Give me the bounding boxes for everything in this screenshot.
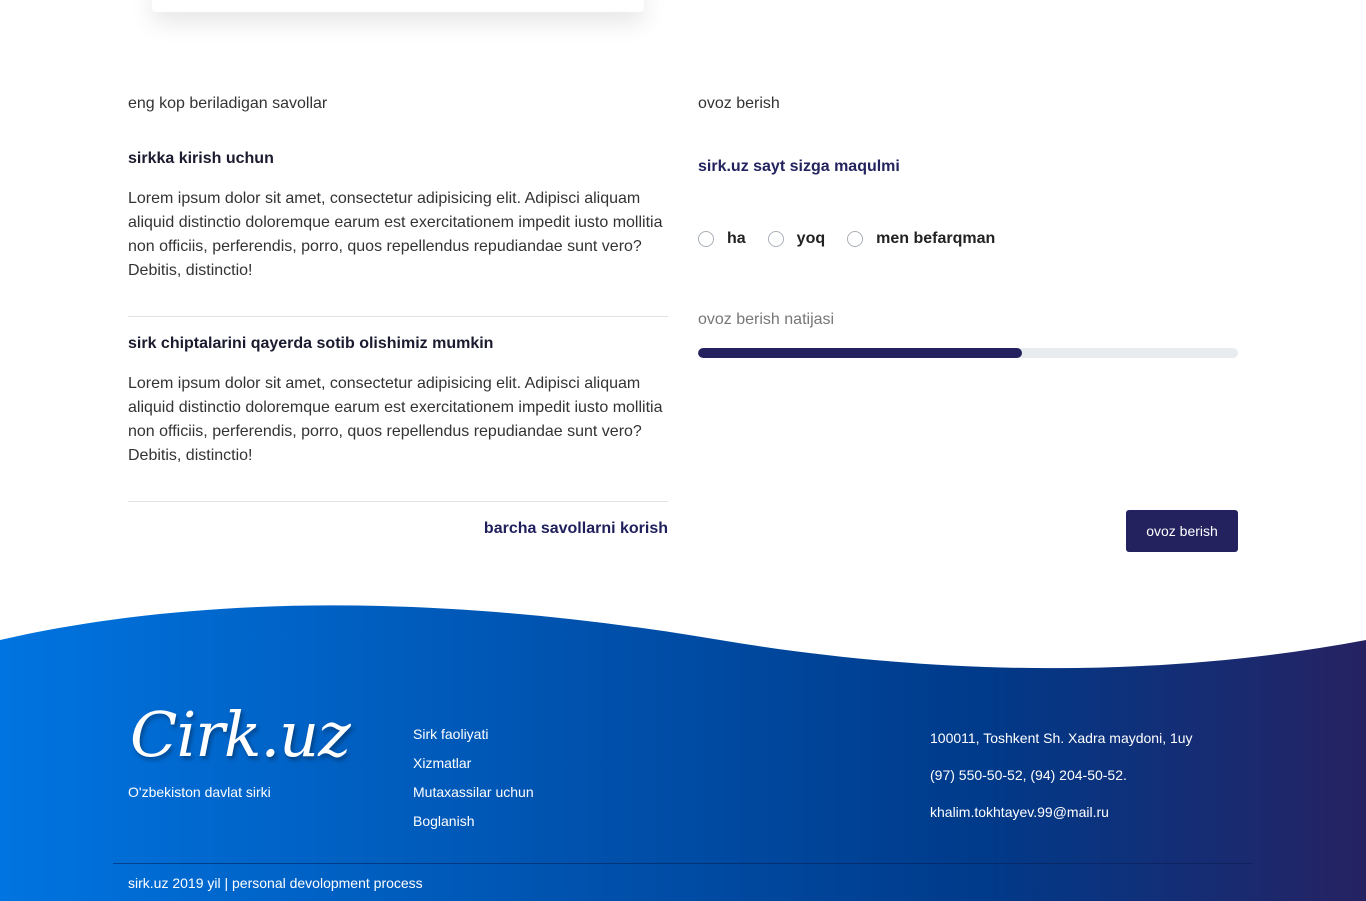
- radio-button[interactable]: [698, 231, 714, 247]
- vote-section: ovoz berish sirk.uz sayt sizga maqulmi h…: [698, 94, 1238, 554]
- contact-phones: (97) 550-50-52, (94) 204-50-52.: [930, 767, 1127, 783]
- vote-result-progress-fill: [698, 348, 1022, 358]
- contact-address: 100011, Toshkent Sh. Xadra maydoni, 1uy: [930, 730, 1193, 746]
- radio-button[interactable]: [767, 231, 784, 247]
- vote-result-progress-bar: [698, 348, 1238, 358]
- vote-option-label: men befarqman: [876, 230, 996, 247]
- faq-section-title: eng kop beriladigan savollar: [128, 95, 328, 112]
- faq-question[interactable]: sirkka kirish uchun: [128, 150, 274, 168]
- logo-text: Cirk.uz: [130, 698, 351, 771]
- footer-logo[interactable]: Cirk.uz: [130, 698, 351, 771]
- vote-result-label: ovoz berish natijasi: [698, 311, 835, 328]
- vote-option-label: yoq: [796, 230, 826, 247]
- vote-options: ha yoq men befarqman: [698, 230, 1017, 248]
- footer-contacts: 100011, Toshkent Sh. Xadra maydoni, 1uy …: [930, 730, 1193, 841]
- vote-option-ha[interactable]: ha: [698, 230, 746, 248]
- footer-link-mutaxassilar[interactable]: Mutaxassilar uchun: [413, 784, 534, 813]
- faq-answer: Lorem ipsum dolor sit amet, consectetur …: [128, 190, 663, 279]
- footer-link-xizmatlar[interactable]: Xizmatlar: [413, 755, 534, 784]
- vote-option-befarqman[interactable]: men befarqman: [847, 230, 995, 248]
- faq-divider: [128, 316, 668, 317]
- footer-divider: [113, 863, 1253, 864]
- faq-answer: Lorem ipsum dolor sit amet, consectetur …: [128, 375, 663, 464]
- vote-option-yoq[interactable]: yoq: [767, 230, 826, 248]
- faq-question[interactable]: sirk chiptalarini qayerda sotib olishimi…: [128, 335, 493, 353]
- radio-button[interactable]: [847, 231, 864, 247]
- footer-nav: Sirk faoliyati Xizmatlar Mutaxassilar uc…: [413, 726, 534, 842]
- faq-divider: [128, 501, 668, 502]
- copyright-text: sirk.uz 2019 yil | personal devolopment …: [128, 875, 423, 891]
- vote-section-title: ovoz berish: [698, 95, 780, 112]
- footer-link-boglanish[interactable]: Boglanish: [413, 813, 534, 842]
- see-all-questions-link[interactable]: barcha savollarni korish: [484, 520, 668, 538]
- vote-question: sirk.uz sayt sizga maqulmi: [698, 158, 900, 175]
- footer-link-sirk-faoliyati[interactable]: Sirk faoliyati: [413, 726, 534, 755]
- logo-subtitle: O'zbekiston davlat sirki: [128, 784, 271, 800]
- top-card: [152, 0, 644, 12]
- vote-submit-button[interactable]: ovoz berish: [1126, 510, 1238, 552]
- contact-email[interactable]: khalim.tokhtayev.99@mail.ru: [930, 804, 1193, 841]
- vote-option-label: ha: [727, 230, 746, 247]
- footer: Cirk.uz O'zbekiston davlat sirki Sirk fa…: [0, 600, 1366, 901]
- faq-section: eng kop beriladigan savollar sirkka kiri…: [128, 94, 668, 537]
